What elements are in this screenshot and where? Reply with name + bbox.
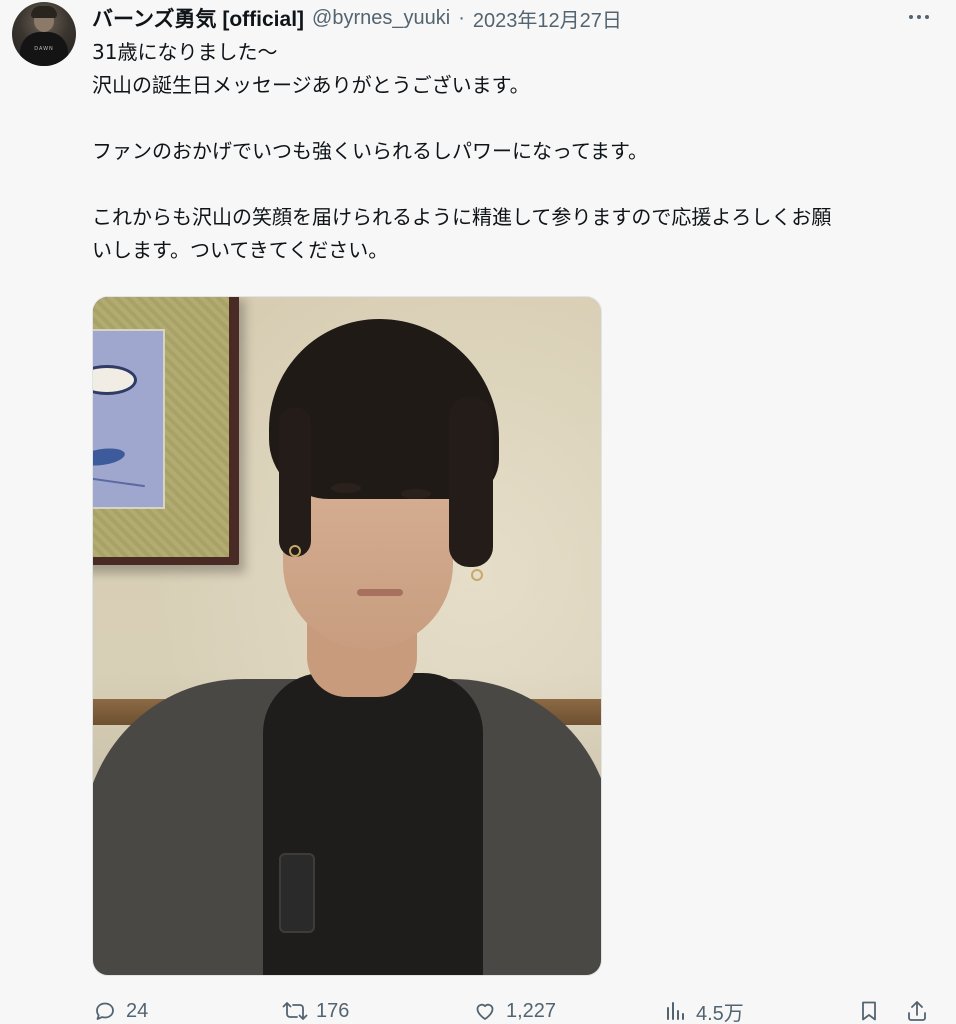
repost-count: 176 bbox=[316, 999, 350, 1022]
share-button[interactable] bbox=[904, 998, 930, 1024]
bookmark-button[interactable] bbox=[856, 998, 882, 1024]
reply-button[interactable]: 24 bbox=[92, 998, 148, 1024]
display-name[interactable]: バーンズ勇気 [official] bbox=[92, 3, 304, 33]
more-options-button[interactable] bbox=[904, 4, 934, 30]
tweet-text-line: ファンのおかげでいつも強くいられるしパワーになってます。 bbox=[92, 139, 648, 163]
more-icon bbox=[907, 15, 931, 19]
separator: · bbox=[458, 6, 465, 29]
tweet-text-line bbox=[92, 102, 942, 135]
views-icon bbox=[662, 998, 688, 1024]
tweet-header: バーンズ勇気 [official] @byrnes_yuuki · 2023年1… bbox=[92, 2, 622, 34]
share-icon bbox=[904, 998, 930, 1024]
views-button[interactable]: 4.5万 bbox=[662, 998, 744, 1024]
like-icon bbox=[472, 998, 498, 1024]
tweet-text-line bbox=[92, 168, 942, 201]
tweet-text-line: 31歳になりました〜 bbox=[92, 40, 278, 64]
handle[interactable]: @byrnes_yuuki bbox=[312, 7, 450, 30]
repost-icon bbox=[282, 998, 308, 1024]
bookmark-icon bbox=[856, 998, 882, 1024]
tweet-date[interactable]: 2023年12月27日 bbox=[473, 4, 622, 33]
like-count: 1,227 bbox=[506, 999, 557, 1022]
tweet-actions: 24 176 1,227 4.5万 bbox=[92, 998, 942, 1024]
tweet: DAWN バーンズ勇気 [official] @byrnes_yuuki · 2… bbox=[0, 0, 956, 1024]
tweet-text: 31歳になりました〜 沢山の誕生日メッセージありがとうございます。 ファンのおか… bbox=[92, 36, 942, 267]
reply-icon bbox=[92, 998, 118, 1024]
tweet-text-line: いします。ついてきてください。 bbox=[92, 238, 389, 262]
tweet-photo[interactable] bbox=[92, 296, 602, 976]
views-count: 4.5万 bbox=[696, 1002, 744, 1024]
reply-count: 24 bbox=[126, 999, 149, 1022]
like-button[interactable]: 1,227 bbox=[472, 998, 556, 1024]
selfie-person bbox=[93, 297, 601, 975]
tweet-text-line: これからも沢山の笑顔を届けられるように精進して参りますので応援よろしくお願 bbox=[92, 205, 832, 229]
avatar[interactable]: DAWN bbox=[12, 2, 76, 66]
repost-button[interactable]: 176 bbox=[282, 998, 349, 1024]
tweet-text-line: 沢山の誕生日メッセージありがとうございます。 bbox=[92, 73, 530, 97]
avatar-shirt-text: DAWN bbox=[34, 46, 54, 52]
